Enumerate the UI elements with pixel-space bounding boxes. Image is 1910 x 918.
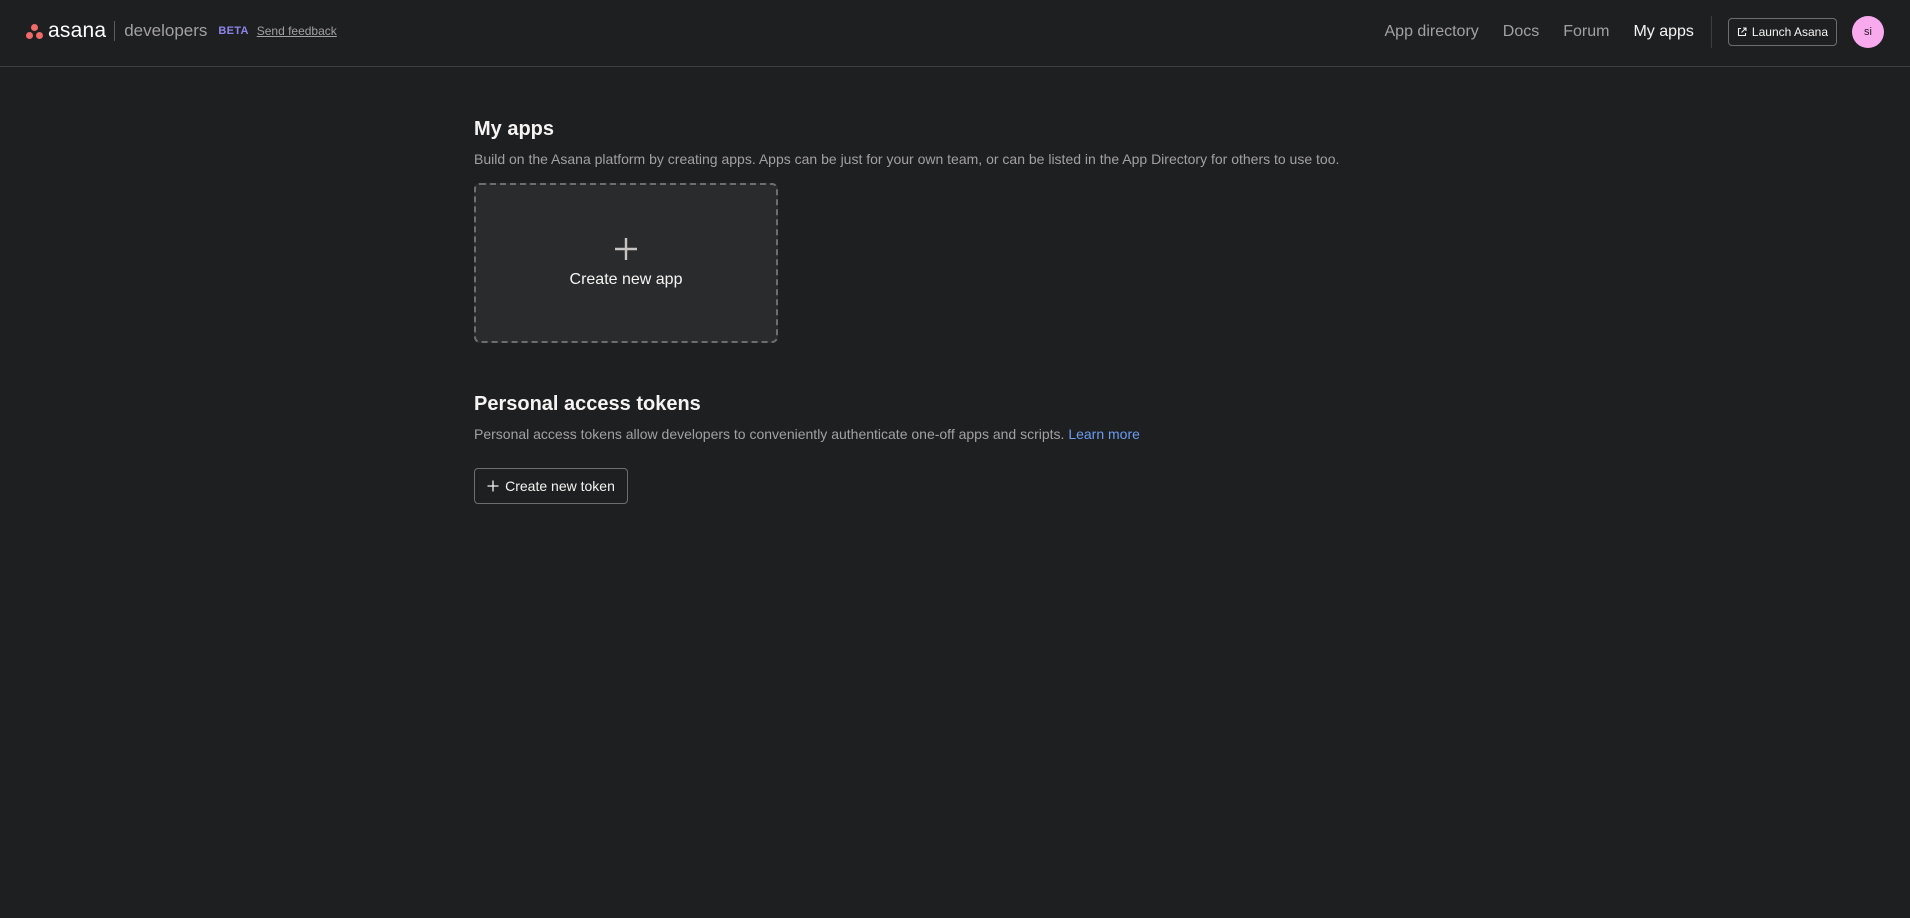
brand: asana developers BETA Send feedback <box>26 18 337 44</box>
my-apps-title: My apps <box>474 118 555 140</box>
tokens-description-row: Personal access tokens allow developers … <box>474 426 1434 442</box>
personal-access-tokens-section: Personal access tokens Personal access t… <box>474 393 1434 504</box>
learn-more-link[interactable]: Learn more <box>1068 426 1140 442</box>
brand-divider <box>114 21 116 41</box>
plus-icon <box>487 480 499 492</box>
create-new-app-label: Create new app <box>569 271 683 288</box>
section-name: developers <box>124 21 208 40</box>
my-apps-description: Build on the Asana platform by creating … <box>474 151 1340 167</box>
top-navigation-bar: asana developers BETA Send feedback App … <box>0 0 1910 67</box>
nav-docs[interactable]: Docs <box>1503 23 1539 41</box>
external-link-icon <box>1737 26 1747 37</box>
beta-badge: BETA <box>218 25 249 37</box>
launch-asana-label: Launch Asana <box>1751 24 1828 39</box>
nav-divider <box>1710 15 1712 48</box>
my-apps-section: My apps Build on the Asana platform by c… <box>474 118 1434 343</box>
launch-asana-button[interactable]: Launch Asana <box>1727 17 1837 46</box>
main-content: My apps Build on the Asana platform by c… <box>474 118 1434 504</box>
asana-logo-icon <box>26 23 44 39</box>
send-feedback-link[interactable]: Send feedback <box>257 24 337 38</box>
create-new-app-card[interactable]: Create new app <box>474 183 778 343</box>
user-avatar[interactable]: si <box>1852 15 1884 48</box>
tokens-description: Personal access tokens allow developers … <box>474 426 1069 442</box>
asana-logo[interactable]: asana <box>26 18 106 44</box>
tokens-title: Personal access tokens <box>474 393 701 415</box>
main-nav: App directory Docs Forum My apps Launch … <box>1385 0 1910 63</box>
create-new-token-label: Create new token <box>505 478 615 494</box>
plus-icon <box>614 237 638 261</box>
nav-forum[interactable]: Forum <box>1563 23 1609 41</box>
logo-text: asana <box>48 19 107 42</box>
create-new-token-button[interactable]: Create new token <box>474 468 628 504</box>
nav-my-apps[interactable]: My apps <box>1633 23 1693 41</box>
nav-app-directory[interactable]: App directory <box>1385 23 1479 41</box>
